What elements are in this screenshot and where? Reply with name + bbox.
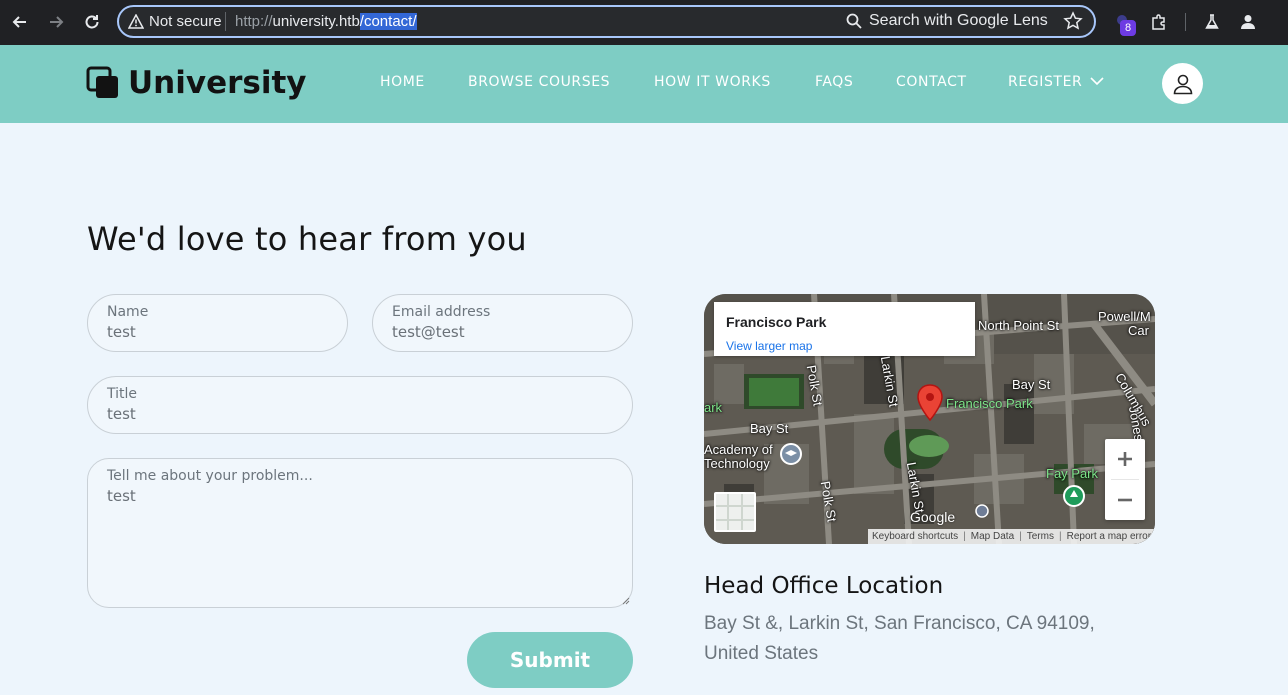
footer-separator: | (1058, 531, 1062, 542)
message-field[interactable]: Tell me about your problem... test (87, 458, 633, 608)
map-label-north-point: North Point St (978, 318, 1059, 333)
footer-separator: | (1019, 531, 1022, 542)
footer-separator: | (963, 531, 966, 542)
chevron-down-icon[interactable] (1090, 76, 1104, 86)
zoom-controls (1105, 439, 1145, 520)
map-label-fay-park: Fay Park (1046, 466, 1099, 481)
zoom-in-button[interactable] (1105, 439, 1145, 479)
labs-button[interactable] (1200, 10, 1224, 34)
map-label-powell: Powell/M (1098, 309, 1151, 324)
reload-button[interactable] (80, 10, 104, 34)
nav-how-it-works[interactable]: HOW IT WORKS (654, 74, 771, 90)
name-label: Name (107, 304, 149, 320)
office-heading: Head Office Location (704, 573, 944, 599)
star-icon (1063, 11, 1083, 30)
browser-toolbar: Not secure http://university.htb/contact… (0, 0, 1288, 45)
page-title: We'd love to hear from you (87, 220, 527, 258)
nav-home[interactable]: HOME (380, 74, 425, 90)
person-icon (1241, 15, 1255, 29)
lens-label: Search with Google Lens (869, 12, 1048, 29)
omnibox-divider (225, 12, 226, 31)
nav-register[interactable]: REGISTER (1008, 74, 1082, 90)
back-button[interactable] (8, 10, 32, 34)
map-attribution-bar: Keyboard shortcuts | Map Data | Terms | … (868, 529, 1155, 544)
embedded-map[interactable]: North Point St Powell/M Car Bay St Franc… (704, 294, 1155, 544)
url-host: university.htb (272, 13, 360, 30)
forward-button[interactable] (44, 10, 68, 34)
park-marker-icon[interactable] (1062, 484, 1086, 508)
title-label: Title (107, 386, 138, 402)
name-field[interactable]: Name test (87, 294, 348, 352)
user-icon (1173, 74, 1192, 94)
school-marker-icon[interactable] (779, 442, 803, 466)
place-info-card: Francisco Park View larger map (714, 302, 975, 356)
minus-icon (1118, 498, 1132, 502)
report-map-error-link[interactable]: Report a map error (1067, 531, 1151, 542)
resize-grip-icon[interactable] (621, 596, 630, 605)
warning-icon (128, 14, 144, 29)
logo-icon (86, 66, 118, 98)
location-pin-icon[interactable] (916, 384, 944, 422)
zoom-out-button[interactable] (1105, 480, 1145, 520)
view-larger-map-link[interactable]: View larger map (726, 339, 812, 353)
nav-contact[interactable]: CONTACT (896, 74, 967, 90)
map-label-technology: Technology (704, 456, 770, 471)
map-provider-logo: Google (910, 509, 956, 525)
reload-icon (85, 15, 99, 29)
profile-button[interactable] (1236, 10, 1260, 34)
url-scheme: http:// (235, 13, 273, 30)
map-label-bay-st: Bay St (1012, 377, 1051, 392)
message-label: Tell me about your problem... (107, 468, 313, 484)
security-indicator[interactable]: Not secure (128, 13, 222, 30)
map-label-bay-st-west: Bay St (750, 421, 789, 436)
terms-link[interactable]: Terms (1027, 531, 1054, 542)
title-field[interactable]: Title test (87, 376, 633, 434)
search-icon (846, 13, 862, 29)
lens-search-button[interactable]: Search with Google Lens (846, 12, 1048, 30)
map-label-francisco-park: Francisco Park (946, 396, 1033, 411)
keyboard-shortcuts-link[interactable]: Keyboard shortcuts (872, 531, 958, 542)
submit-button[interactable]: Submit (467, 632, 633, 688)
brand-logo[interactable]: University (86, 65, 307, 101)
security-label: Not secure (149, 13, 222, 30)
message-textarea[interactable]: test (107, 487, 136, 505)
url-path: /contact/ (359, 13, 417, 30)
nav-faqs[interactable]: FAQS (815, 74, 853, 90)
email-label: Email address (392, 304, 491, 320)
plus-icon (1118, 452, 1132, 466)
office-address: Bay St &, Larkin St, San Francisco, CA 9… (704, 613, 1095, 664)
place-name: Francisco Park (726, 314, 827, 330)
url-text[interactable]: http://university.htb/contact/ (235, 13, 417, 30)
puzzle-icon (1152, 14, 1165, 30)
map-type-toggle[interactable] (714, 492, 756, 532)
back-arrow-icon (12, 16, 26, 28)
toolbar-divider (1185, 13, 1186, 31)
extension-badge: 8 (1120, 20, 1136, 36)
user-account-button[interactable] (1162, 63, 1203, 104)
map-label-car: Car (1128, 323, 1149, 338)
transit-marker-icon[interactable] (975, 504, 989, 518)
name-input[interactable]: test (107, 323, 136, 341)
map-data-link[interactable]: Map Data (971, 531, 1014, 542)
title-input[interactable]: test (107, 405, 136, 423)
forward-arrow-icon (50, 16, 64, 28)
email-field[interactable]: Email address test@test (372, 294, 633, 352)
flask-icon (1205, 14, 1219, 29)
bookmark-star-button[interactable] (1063, 11, 1083, 35)
nav-browse-courses[interactable]: BROWSE COURSES (468, 74, 610, 90)
extensions-menu-button[interactable] (1147, 10, 1171, 34)
address-bar[interactable]: Not secure http://university.htb/contact… (117, 5, 1096, 38)
map-label-park-edge: ark (704, 400, 723, 415)
map-thumbnail-icon (716, 494, 754, 530)
email-input[interactable]: test@test (392, 323, 465, 341)
site-header: University HOME BROWSE COURSES HOW IT WO… (0, 45, 1288, 123)
map-label-academy: Academy of (704, 442, 773, 457)
brand-name: University (128, 65, 307, 101)
